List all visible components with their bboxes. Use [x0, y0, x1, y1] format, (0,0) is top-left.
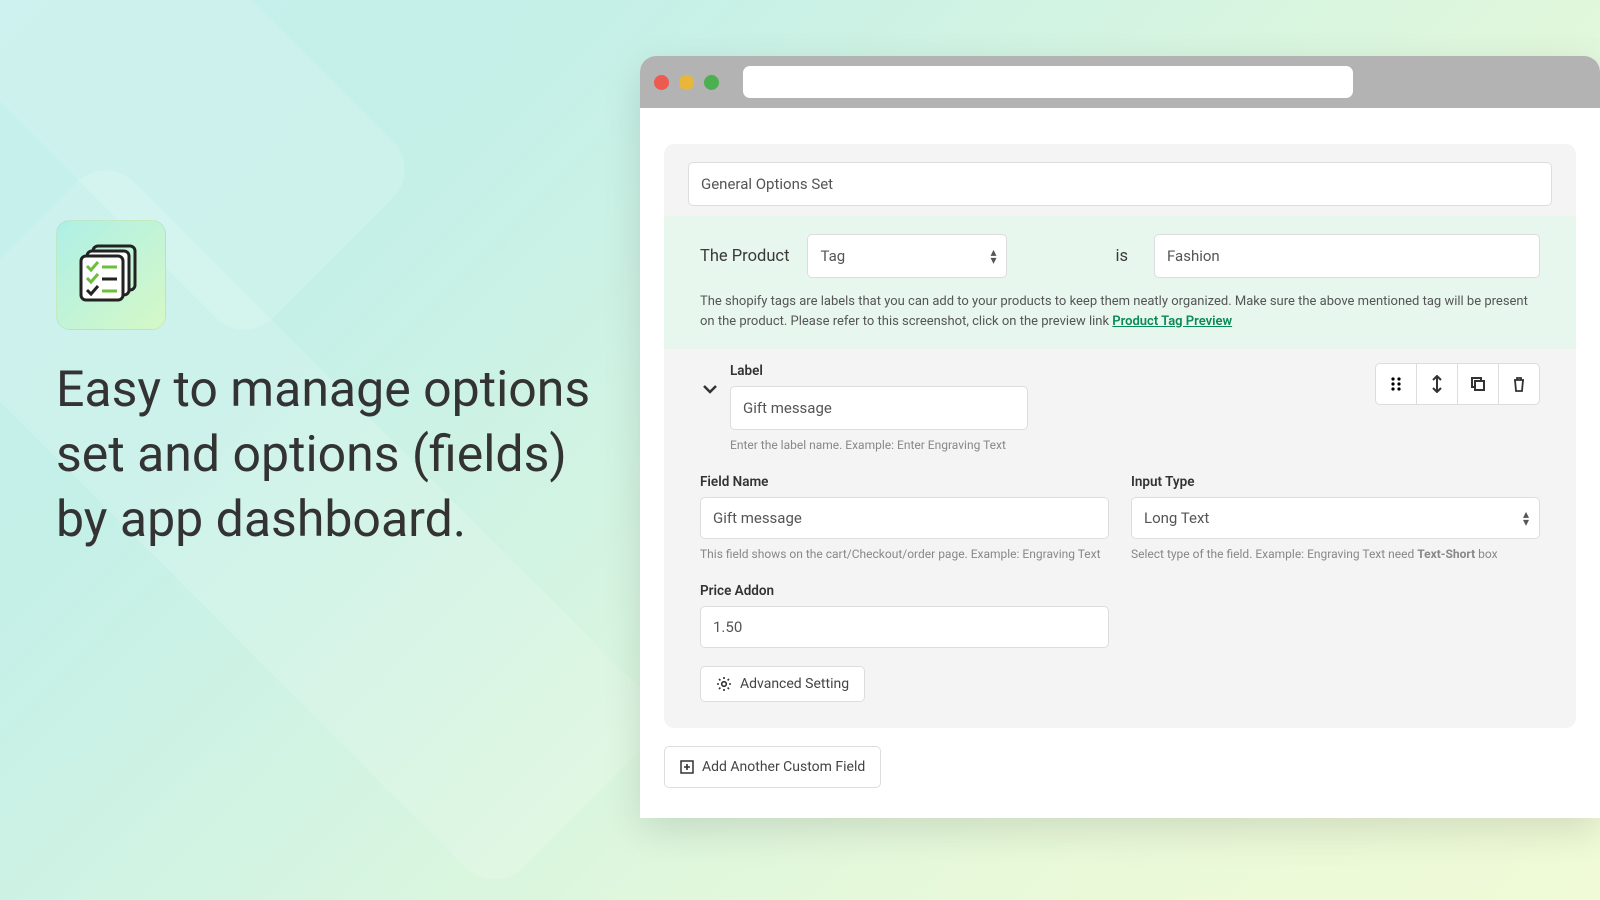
- delete-icon[interactable]: [1498, 363, 1540, 405]
- app-window: General Options Set The Product Tag ▴▾ i…: [640, 56, 1600, 818]
- drag-handle-icon[interactable]: [1375, 363, 1417, 405]
- rule-selector[interactable]: Tag ▴▾: [807, 234, 1007, 278]
- rule-box: The Product Tag ▴▾ is Fashion The shopif…: [664, 216, 1576, 349]
- label-value: Gift message: [743, 399, 832, 417]
- rule-prefix: The Product: [700, 247, 789, 266]
- add-custom-field-label: Add Another Custom Field: [702, 759, 865, 775]
- rule-help-text: The shopify tags are labels that you can…: [700, 292, 1540, 331]
- plus-icon: [680, 760, 694, 774]
- label-title: Label: [730, 363, 1028, 379]
- input-type-title: Input Type: [1131, 474, 1540, 490]
- copy-icon[interactable]: [1457, 363, 1499, 405]
- product-tag-preview-link[interactable]: Product Tag Preview: [1112, 314, 1232, 329]
- window-titlebar: [640, 56, 1600, 108]
- field-name-hint: This field shows on the cart/Checkout/or…: [700, 547, 1109, 561]
- marketing-headline: Easy to manage options set and options (…: [56, 358, 616, 553]
- select-chevron-icon: ▴▾: [1523, 510, 1529, 526]
- window-close-icon[interactable]: [654, 75, 669, 90]
- advanced-setting-label: Advanced Setting: [740, 676, 849, 692]
- input-type-hint: Select type of the field. Example: Engra…: [1131, 547, 1540, 561]
- rule-value-input[interactable]: Fashion: [1154, 234, 1540, 278]
- rule-value: Fashion: [1167, 247, 1220, 265]
- add-custom-field-button[interactable]: Add Another Custom Field: [664, 746, 881, 788]
- advanced-setting-button[interactable]: Advanced Setting: [700, 666, 865, 702]
- select-chevron-icon: ▴▾: [990, 248, 996, 264]
- price-addon-value: 1.50: [713, 618, 742, 636]
- collapse-toggle[interactable]: [700, 379, 720, 399]
- label-input[interactable]: Gift message: [730, 386, 1028, 430]
- field-name-title: Field Name: [700, 474, 1109, 490]
- gear-icon: [716, 676, 732, 692]
- label-hint: Enter the label name. Example: Enter Eng…: [730, 438, 1028, 452]
- price-addon-title: Price Addon: [700, 583, 1109, 599]
- field-name-value: Gift message: [713, 509, 802, 527]
- option-set-name-input[interactable]: General Options Set: [688, 162, 1552, 206]
- option-set-name-value: General Options Set: [701, 175, 833, 193]
- address-bar[interactable]: [743, 66, 1353, 98]
- price-addon-input[interactable]: 1.50: [700, 606, 1109, 648]
- input-type-select[interactable]: Long Text ▴▾: [1131, 497, 1540, 539]
- rule-selector-value: Tag: [820, 247, 845, 265]
- input-type-value: Long Text: [1144, 509, 1209, 527]
- rule-middle: is: [1115, 247, 1128, 266]
- window-minimize-icon[interactable]: [679, 75, 694, 90]
- app-icon: [56, 220, 166, 330]
- field-name-input[interactable]: Gift message: [700, 497, 1109, 539]
- reorder-icon[interactable]: [1416, 363, 1458, 405]
- window-maximize-icon[interactable]: [704, 75, 719, 90]
